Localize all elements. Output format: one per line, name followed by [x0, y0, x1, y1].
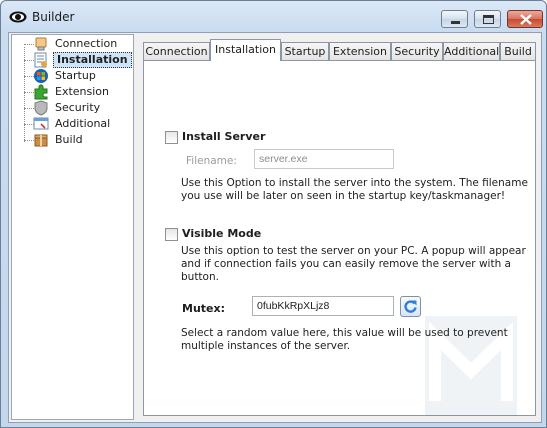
maximize-button[interactable]	[474, 10, 501, 28]
minimize-icon	[451, 21, 460, 24]
tab-startup[interactable]: Startup	[281, 42, 329, 60]
security-icon	[34, 100, 48, 116]
installation-panel: Install Server Filename: Use this Option…	[143, 60, 536, 416]
build-icon	[34, 134, 48, 147]
startup-icon	[34, 69, 48, 83]
builder-window: Builder Connection Installation Startup …	[0, 0, 547, 428]
mutex-description-line-1: Select a random value here, this value w…	[181, 327, 508, 339]
tab-build[interactable]: Build	[500, 42, 536, 60]
install-server-label: Install Server	[182, 130, 266, 143]
generate-mutex-button[interactable]	[400, 296, 421, 317]
tree-item-startup[interactable]: Startup	[12, 68, 133, 84]
visible-mode-checkbox[interactable]	[165, 228, 178, 241]
tree-item-extension[interactable]: Extension	[12, 84, 133, 100]
eye-icon	[9, 11, 27, 23]
installation-icon	[34, 52, 47, 68]
tab-extension[interactable]: Extension	[329, 42, 391, 60]
visible-description-line-2: and if connection fails you can easily r…	[181, 258, 511, 270]
close-button[interactable]	[507, 10, 543, 28]
tree-item-security[interactable]: Security	[12, 100, 133, 116]
visible-description-line-1: Use this option to test the server on yo…	[181, 245, 526, 257]
tab-security[interactable]: Security	[391, 42, 443, 60]
filename-input[interactable]	[254, 149, 394, 169]
window-title: Builder	[32, 10, 75, 24]
client-area: Connection Installation Startup Extensio…	[8, 32, 542, 423]
tab-installation[interactable]: Installation	[210, 39, 281, 61]
tab-additional[interactable]: Additional	[443, 42, 500, 60]
install-description-line-2: you use will be later on seen in the sta…	[181, 190, 506, 202]
tab-connection[interactable]: Connection	[143, 42, 210, 60]
filename-label: Filename:	[186, 155, 237, 167]
mutex-input[interactable]	[252, 296, 394, 316]
connection-icon	[35, 37, 47, 51]
install-server-checkbox[interactable]	[165, 131, 178, 144]
tree-item-installation[interactable]: Installation	[12, 52, 133, 68]
close-icon	[520, 14, 532, 25]
install-description-line-1: Use this Option to install the server in…	[181, 177, 528, 189]
visible-description-line-3: button.	[181, 271, 219, 283]
additional-icon	[33, 117, 49, 130]
tree-item-build[interactable]: Build	[12, 132, 133, 148]
mutex-description-line-2: multiple instances of the server.	[181, 340, 351, 352]
extension-icon	[34, 84, 48, 100]
settings-tree[interactable]: Connection Installation Startup Extensio…	[11, 34, 134, 420]
visible-mode-label: Visible Mode	[182, 227, 262, 240]
maximize-icon	[483, 15, 494, 24]
title-bar[interactable]: Builder	[1, 1, 546, 34]
tree-item-additional[interactable]: Additional	[12, 116, 133, 132]
mutex-label: Mutex:	[182, 302, 225, 315]
refresh-icon	[404, 300, 417, 313]
minimize-button[interactable]	[441, 10, 468, 28]
tree-item-connection[interactable]: Connection	[12, 36, 133, 52]
